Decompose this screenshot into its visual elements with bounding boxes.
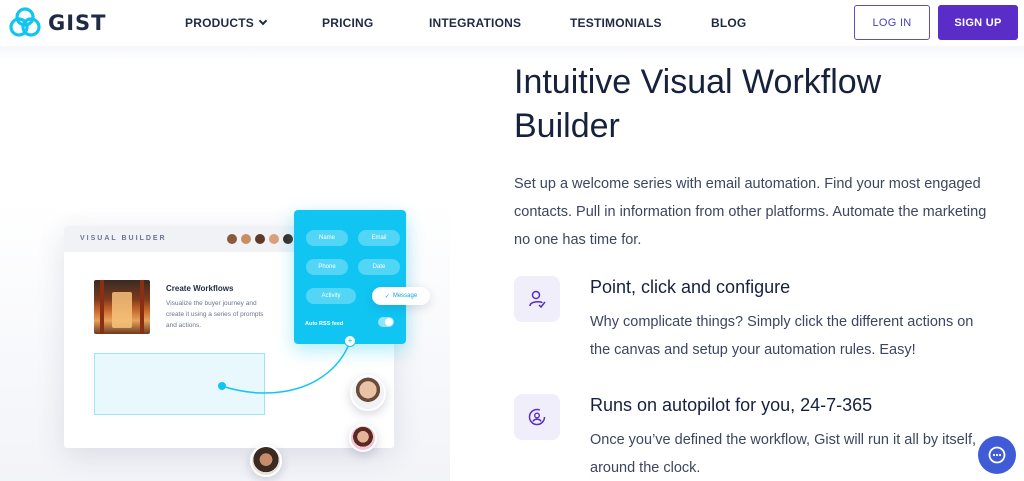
chevron-down-icon [258,16,268,26]
nav-blog[interactable]: BLOG [711,16,746,30]
pill-name[interactable]: Name [306,230,348,246]
hero-description: Set up a welcome series with email autom… [514,176,987,248]
avatar [349,424,377,452]
avatar [250,445,282,477]
create-workflows-text: Visualize the buyer journey and create i… [166,300,264,329]
pill-phone[interactable]: Phone [306,259,348,275]
avatar [350,375,386,411]
mini-avatar [283,234,293,244]
auto-rss-toggle[interactable] [378,317,394,327]
brand-name: GIST [48,11,107,35]
hero-band [0,46,1024,60]
create-workflows-title: Create Workflows [166,284,234,293]
feature-title: Runs on autopilot for you, 24-7-365 [590,395,873,415]
message-tag[interactable]: ✓ Message [372,287,430,305]
mini-avatar [255,234,265,244]
check-icon: ✓ [384,293,390,300]
feature-title: Point, click and configure [590,277,791,297]
feature-icon-box [514,276,560,322]
field-panel: Name Email Phone Date Activity Auto RSS … [294,210,406,344]
pill-email[interactable]: Email [358,230,400,246]
page-title: Intuitive Visual Workflow Builder [514,60,994,148]
corridor-thumbnail [94,280,150,334]
top-navigation: GIST PRODUCTS PRICING INTEGRATIONS TESTI… [0,0,1024,46]
signup-button[interactable]: SIGN UP [938,5,1018,40]
feature-icon-box [514,394,560,440]
pill-date[interactable]: Date [358,259,400,275]
page-title-line1: Intuitive Visual Workflow [514,63,882,101]
user-refresh-icon [528,408,546,426]
nav-pricing[interactable]: PRICING [322,16,373,30]
nav-integrations[interactable]: INTEGRATIONS [429,16,521,30]
nav-products[interactable]: PRODUCTS [185,16,268,30]
pill-activity[interactable]: Activity [306,288,356,304]
mini-avatar [241,234,251,244]
workflow-drop-area [94,353,265,415]
auto-rss-label: Auto RSS feed [305,321,344,327]
add-node-icon[interactable]: + [344,335,356,347]
mini-avatar [269,234,279,244]
login-button[interactable]: LOG IN [854,5,930,40]
mini-avatar [227,234,237,244]
page-title-line2: Builder [514,107,620,145]
feature-text: Once you’ve defined the workflow, Gist w… [590,432,977,476]
chat-launcher-button[interactable] [978,436,1016,474]
user-check-icon [529,290,546,309]
message-tag-label: Message [392,293,418,299]
nav-testimonials[interactable]: TESTIMONIALS [570,16,662,30]
gist-logo-icon [9,7,41,37]
nav-products-label: PRODUCTS [185,16,254,30]
visual-builder-label: VISUAL BUILDER [80,235,167,242]
chat-bubble-icon [988,446,1006,464]
feature-text: Why complicate things? Simply click the … [590,314,974,358]
gist-logo[interactable]: GIST [8,6,107,40]
